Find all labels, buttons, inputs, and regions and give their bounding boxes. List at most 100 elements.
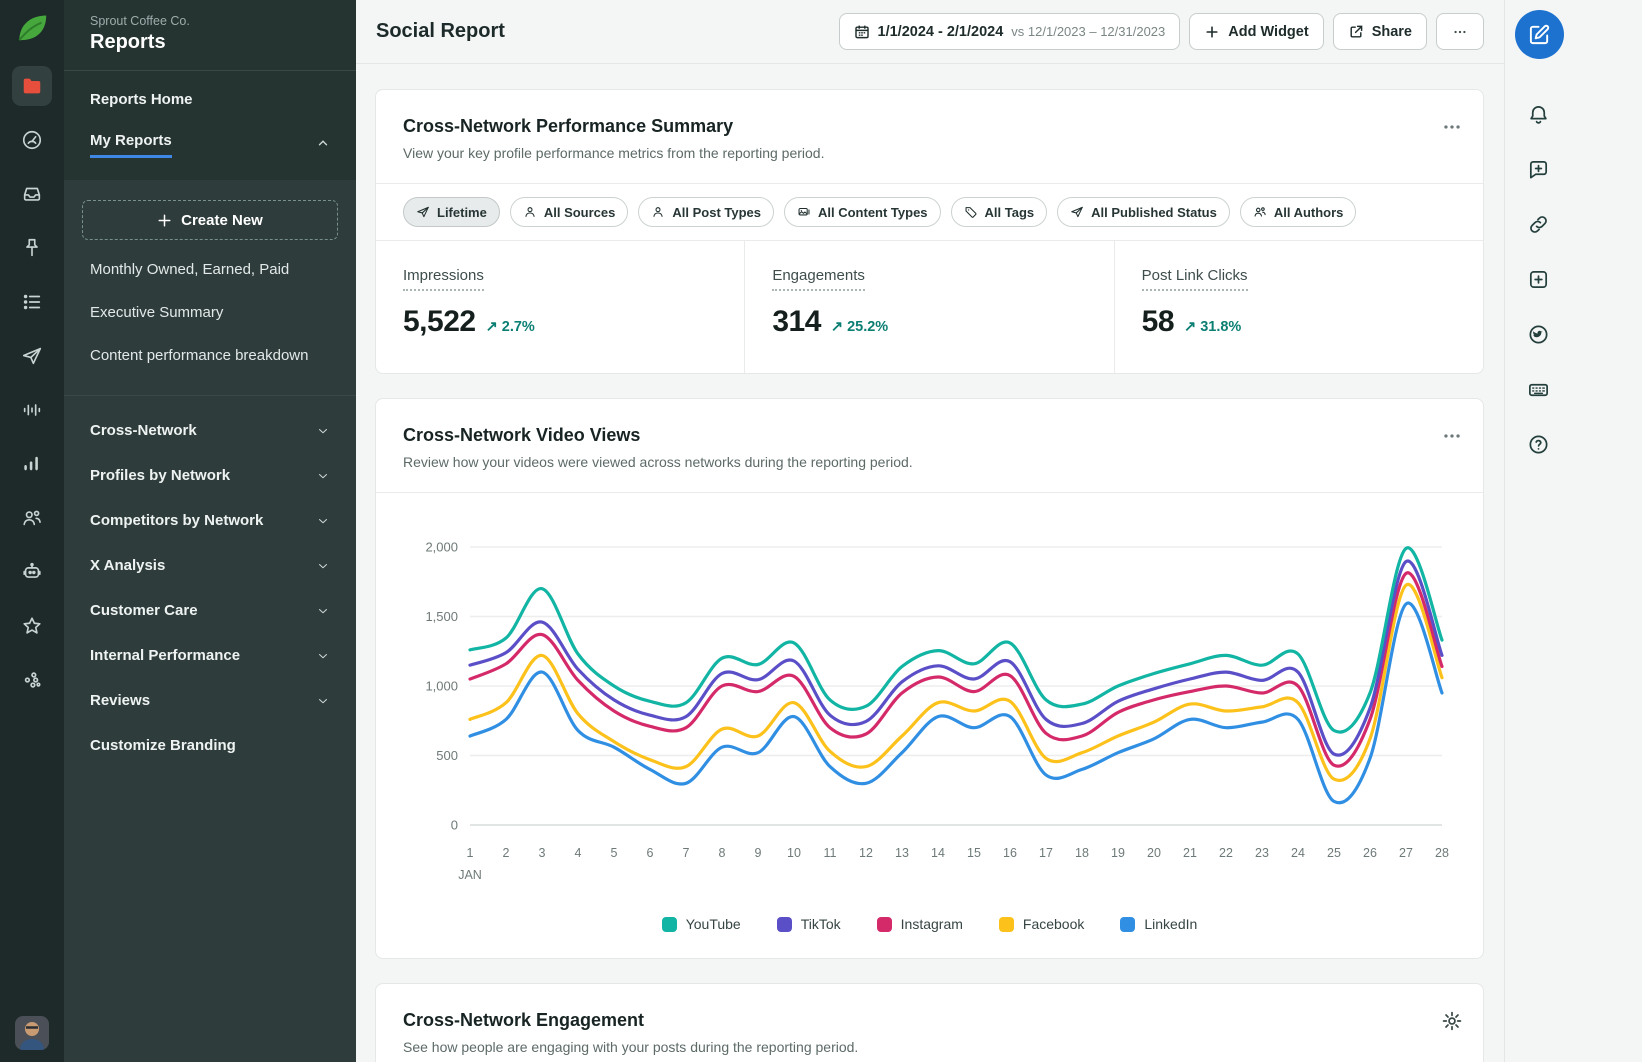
listening-waveform-icon (21, 399, 43, 421)
create-new-button[interactable]: Create New (82, 200, 338, 240)
chevron-up-icon (316, 136, 330, 154)
widget-menu-button[interactable] (1441, 116, 1463, 141)
x-axis-tick: 24 (1291, 846, 1305, 860)
x-axis-tick: 9 (755, 846, 762, 860)
x-axis-tick: 27 (1399, 846, 1413, 860)
rail-publishing-plane-icon[interactable] (12, 336, 52, 376)
filter-chip-all-published-status[interactable]: All Published Status (1057, 197, 1230, 227)
rail-dashboard-gauge-icon[interactable] (12, 120, 52, 160)
metric-value: 58 (1142, 305, 1174, 339)
sidebar-group-profiles-by-network[interactable]: Profiles by Network (82, 453, 338, 498)
legend-swatch (877, 917, 892, 932)
legend-item-facebook[interactable]: Facebook (999, 916, 1084, 932)
user-avatar[interactable] (15, 1016, 49, 1050)
add-widget-button[interactable]: Add Widget (1189, 13, 1323, 50)
person-icon (651, 205, 665, 219)
sidebar-report-item[interactable]: Monthly Owned, Earned, Paid (82, 248, 338, 291)
sidebar-item-reports-home[interactable]: Reports Home (90, 91, 330, 108)
legend-item-instagram[interactable]: Instagram (877, 916, 963, 932)
keyboard-icon (1527, 378, 1550, 401)
video-views-card: Cross-Network Video Views Review how you… (375, 398, 1484, 959)
utility-message-plus-button[interactable] (1514, 148, 1563, 190)
app-window: Sprout Coffee Co. Reports Reports Home M… (0, 0, 1642, 1062)
sidebar-group-cross-network[interactable]: Cross-Network (82, 408, 338, 453)
utility-rail (1504, 0, 1642, 1062)
metric-delta: ↗ 2.7% (486, 319, 535, 335)
widget-menu-button[interactable] (1441, 425, 1463, 450)
x-axis-tick: 18 (1075, 846, 1089, 860)
rail-bot-icon[interactable] (12, 552, 52, 592)
tag-icon (964, 205, 978, 219)
reports-bars-icon (21, 453, 43, 475)
plus-icon (1204, 24, 1220, 40)
rail-inbox-icon[interactable] (12, 174, 52, 214)
utility-link-button[interactable] (1514, 203, 1563, 245)
filter-chip-all-tags[interactable]: All Tags (951, 197, 1048, 227)
network-cluster-icon (21, 669, 43, 691)
filter-chip-all-sources[interactable]: All Sources (510, 197, 629, 227)
metric-value: 314 (772, 305, 821, 339)
card-subtitle: Review how your videos were viewed acros… (403, 454, 1456, 470)
utility-bird-circle-button[interactable] (1514, 313, 1563, 355)
plane-icon (416, 205, 430, 219)
filter-chip-all-content-types[interactable]: All Content Types (784, 197, 941, 227)
share-button[interactable]: Share (1333, 13, 1427, 50)
filter-chip-all-post-types[interactable]: All Post Types (638, 197, 774, 227)
rail-reports-folder-icon[interactable] (12, 66, 52, 106)
x-axis-tick: 2 (503, 846, 510, 860)
utility-keyboard-button[interactable] (1514, 368, 1563, 410)
message-plus-icon (1527, 158, 1550, 181)
metric-label[interactable]: Engagements (772, 267, 865, 291)
report-topbar: Social Report 1/1/2024 - 2/1/2024 vs 12/… (356, 0, 1504, 64)
metric-label[interactable]: Impressions (403, 267, 484, 291)
sidebar-item-my-reports[interactable]: My Reports (90, 132, 330, 158)
compose-button[interactable] (1515, 10, 1564, 59)
more-actions-button[interactable] (1436, 13, 1484, 50)
legend-item-linkedin[interactable]: LinkedIn (1120, 916, 1197, 932)
card-subtitle: See how people are engaging with your po… (403, 1039, 1456, 1055)
sidebar-report-item[interactable]: Executive Summary (82, 291, 338, 334)
publishing-plane-icon (21, 345, 43, 367)
filter-chip-lifetime[interactable]: Lifetime (403, 197, 500, 227)
rail-pin-icon[interactable] (12, 228, 52, 268)
compare-range-value: vs 12/1/2023 – 12/31/2023 (1011, 24, 1165, 39)
rail-audience-people-icon[interactable] (12, 498, 52, 538)
metric-engagements: Engagements314↗ 25.2% (745, 241, 1114, 373)
filter-chips-row: Lifetime All Sources All Post Types All Con… (376, 184, 1483, 240)
y-axis-tick: 1,000 (425, 679, 458, 694)
sidebar-item-customize-branding[interactable]: Customize Branding (82, 723, 338, 768)
metric-impressions: Impressions5,522↗ 2.7% (376, 241, 745, 373)
rail-listening-waveform-icon[interactable] (12, 390, 52, 430)
sidebar-group-reviews[interactable]: Reviews (82, 678, 338, 723)
x-axis-tick: 16 (1003, 846, 1017, 860)
metrics-row: Impressions5,522↗ 2.7%Engagements314↗ 25… (376, 241, 1483, 373)
y-axis-tick: 0 (451, 818, 458, 833)
link-icon (1527, 213, 1550, 236)
rail-reports-bars-icon[interactable] (12, 444, 52, 484)
metric-label[interactable]: Post Link Clicks (1142, 267, 1248, 291)
widget-settings-button[interactable] (1441, 1010, 1463, 1032)
rail-feeds-list-icon[interactable] (12, 282, 52, 322)
rail-influencer-star-icon[interactable] (12, 606, 52, 646)
my-reports-section: Create New Monthly Owned, Earned, PaidEx… (64, 180, 356, 387)
date-range-value: 1/1/2024 - 2/1/2024 (878, 24, 1004, 40)
legend-item-youtube[interactable]: YouTube (662, 916, 741, 932)
plane-icon (1070, 205, 1084, 219)
sidebar-group-competitors-by-network[interactable]: Competitors by Network (82, 498, 338, 543)
filter-chip-all-authors[interactable]: All Authors (1240, 197, 1357, 227)
x-axis-tick: 23 (1255, 846, 1269, 860)
sprout-logo[interactable] (13, 10, 51, 48)
sidebar-group-internal-performance[interactable]: Internal Performance (82, 633, 338, 678)
sidebar-report-item[interactable]: Content performance breakdown (82, 334, 338, 377)
rail-network-cluster-icon[interactable] (12, 660, 52, 700)
bell-icon (1527, 103, 1550, 126)
sidebar-group-customer-care[interactable]: Customer Care (82, 588, 338, 633)
utility-window-plus-button[interactable] (1514, 258, 1563, 300)
card-subtitle: View your key profile performance metric… (403, 145, 1456, 161)
utility-help-button[interactable] (1514, 423, 1563, 465)
legend-item-tiktok[interactable]: TikTok (777, 916, 841, 932)
date-range-picker[interactable]: 1/1/2024 - 2/1/2024 vs 12/1/2023 – 12/31… (839, 13, 1181, 50)
sidebar-title: Reports (90, 31, 330, 54)
sidebar-group-x-analysis[interactable]: X Analysis (82, 543, 338, 588)
utility-bell-button[interactable] (1514, 93, 1563, 135)
